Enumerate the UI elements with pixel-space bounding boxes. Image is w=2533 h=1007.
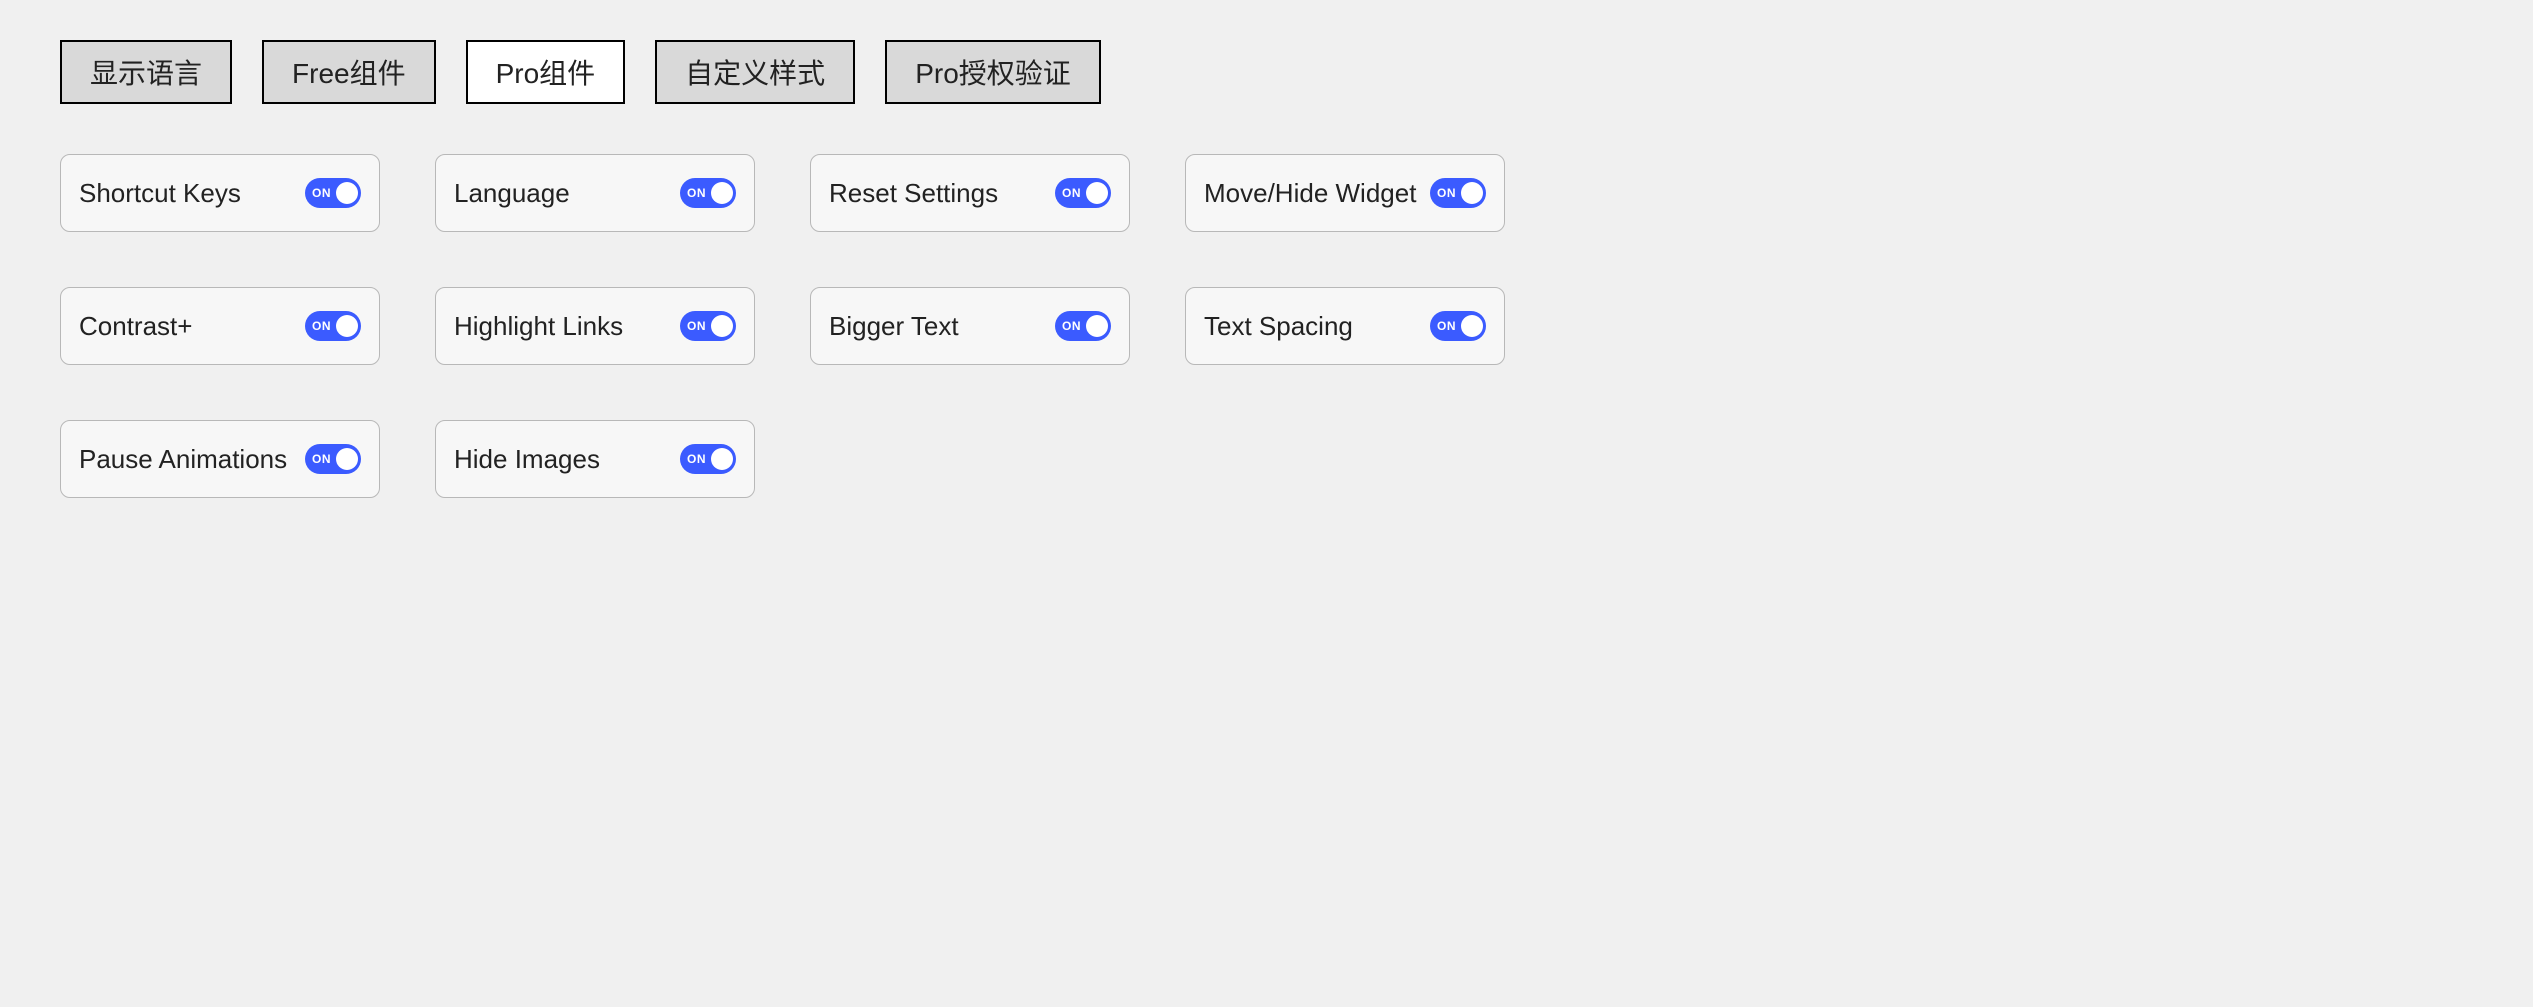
card-reset-settings: Reset Settings ON [810,154,1130,232]
toggle-knob [1086,182,1108,204]
card-label: Reset Settings [829,178,998,209]
card-label: Contrast+ [79,311,192,342]
toggle-on-text: ON [1437,186,1456,200]
toggle-highlight-links[interactable]: ON [680,311,736,341]
toggle-contrast-plus[interactable]: ON [305,311,361,341]
toggle-knob [711,448,733,470]
toggle-on-text: ON [312,452,331,466]
toggle-knob [711,315,733,337]
card-contrast-plus: Contrast+ ON [60,287,380,365]
cards-row-3: Pause Animations ON Hide Images ON [60,420,2473,498]
card-hide-images: Hide Images ON [435,420,755,498]
tab-pro-license[interactable]: Pro授权验证 [885,40,1101,104]
card-label: Bigger Text [829,311,959,342]
toggle-shortcut-keys[interactable]: ON [305,178,361,208]
toggle-on-text: ON [1437,319,1456,333]
toggle-on-text: ON [312,319,331,333]
toggle-on-text: ON [687,319,706,333]
toggle-knob [1461,182,1483,204]
tab-pro-components[interactable]: Pro组件 [466,40,626,104]
card-shortcut-keys: Shortcut Keys ON [60,154,380,232]
card-bigger-text: Bigger Text ON [810,287,1130,365]
toggle-on-text: ON [1062,186,1081,200]
toggle-pause-animations[interactable]: ON [305,444,361,474]
cards-row-2: Contrast+ ON Highlight Links ON Bigger T… [60,287,2473,365]
card-move-hide-widget: Move/Hide Widget ON [1185,154,1505,232]
toggle-bigger-text[interactable]: ON [1055,311,1111,341]
card-label: Pause Animations [79,444,287,475]
toggle-knob [336,315,358,337]
cards-row-1: Shortcut Keys ON Language ON Reset Setti… [60,154,2473,232]
cards-grid: Shortcut Keys ON Language ON Reset Setti… [60,154,2473,498]
tab-custom-style[interactable]: 自定义样式 [655,40,855,104]
toggle-reset-settings[interactable]: ON [1055,178,1111,208]
toggle-move-hide-widget[interactable]: ON [1430,178,1486,208]
card-label: Language [454,178,570,209]
toggle-knob [1086,315,1108,337]
toggle-knob [711,182,733,204]
toggle-hide-images[interactable]: ON [680,444,736,474]
card-language: Language ON [435,154,755,232]
toggle-knob [1461,315,1483,337]
toggle-on-text: ON [687,452,706,466]
toggle-text-spacing[interactable]: ON [1430,311,1486,341]
toggle-knob [336,182,358,204]
card-text-spacing: Text Spacing ON [1185,287,1505,365]
card-label: Move/Hide Widget [1204,178,1416,209]
card-label: Shortcut Keys [79,178,241,209]
card-highlight-links: Highlight Links ON [435,287,755,365]
tabs-row: 显示语言 Free组件 Pro组件 自定义样式 Pro授权验证 [60,40,2473,104]
toggle-on-text: ON [312,186,331,200]
toggle-on-text: ON [687,186,706,200]
tab-free-components[interactable]: Free组件 [262,40,436,104]
toggle-knob [336,448,358,470]
tab-display-language[interactable]: 显示语言 [60,40,232,104]
toggle-on-text: ON [1062,319,1081,333]
toggle-language[interactable]: ON [680,178,736,208]
card-label: Highlight Links [454,311,623,342]
card-label: Text Spacing [1204,311,1353,342]
card-label: Hide Images [454,444,600,475]
card-pause-animations: Pause Animations ON [60,420,380,498]
